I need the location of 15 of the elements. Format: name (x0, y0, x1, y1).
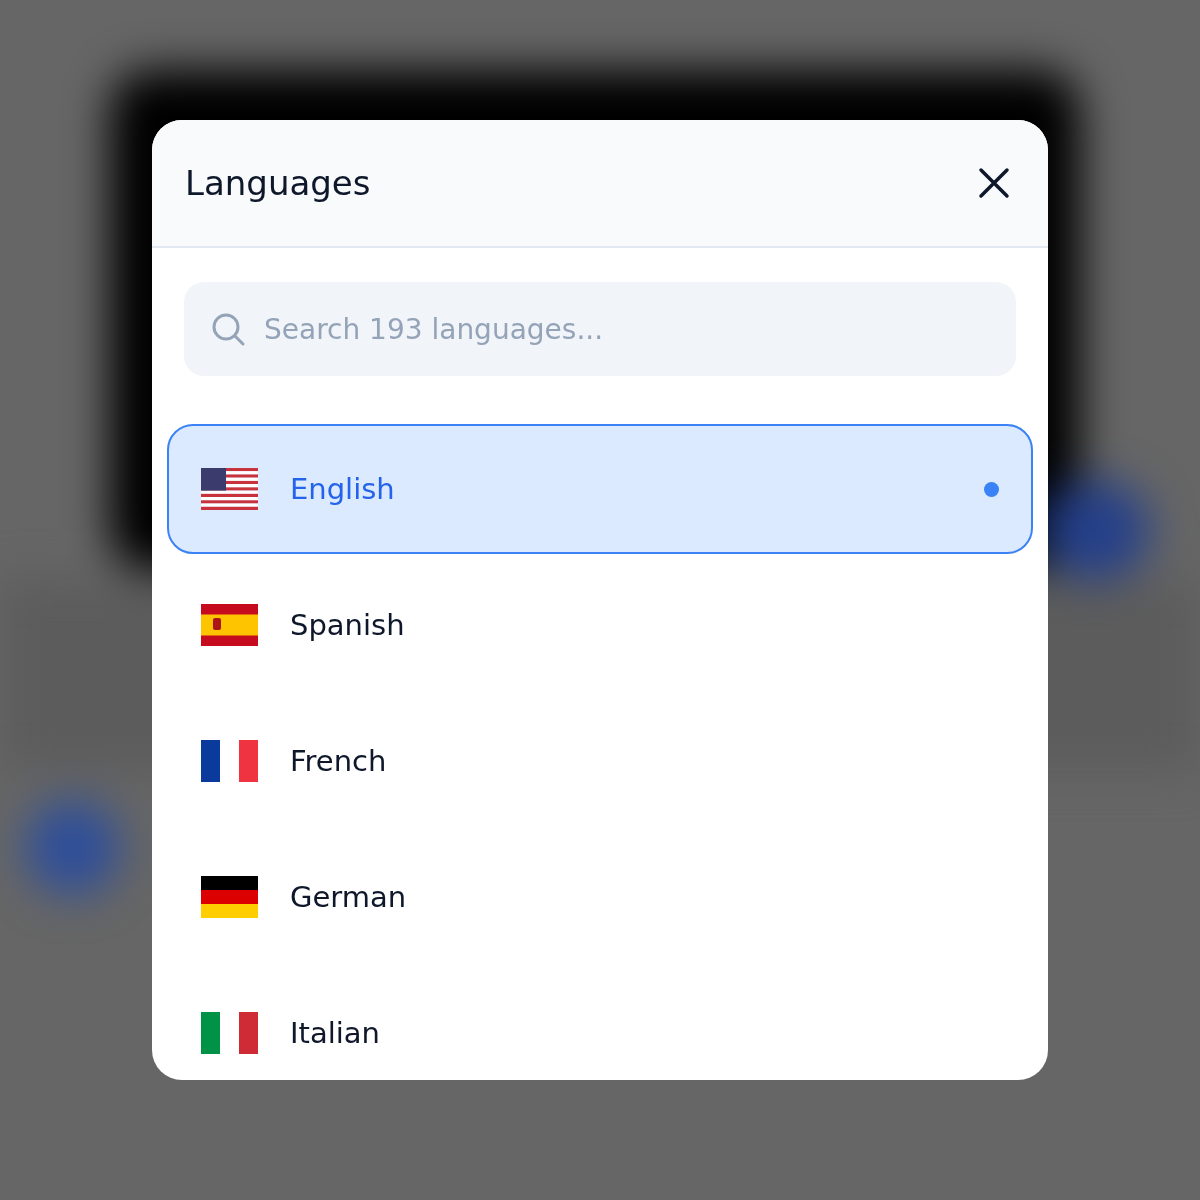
selected-dot (984, 481, 999, 497)
language-item[interactable]: Spanish (167, 560, 1033, 690)
language-item[interactable]: German (167, 832, 1033, 962)
italy-flag-icon (201, 1012, 258, 1054)
germany-flag-icon (201, 876, 258, 918)
search-field[interactable]: Search 193 languages... (184, 282, 1016, 376)
language-item[interactable]: French (167, 696, 1033, 826)
language-item[interactable]: Italian (167, 968, 1033, 1080)
spain-flag-icon (201, 604, 258, 646)
france-flag-icon (201, 740, 258, 782)
language-item[interactable]: English (167, 424, 1033, 554)
close-icon (978, 167, 1010, 199)
search-icon (210, 311, 246, 347)
dialog-title: Languages (185, 163, 371, 203)
us-flag-icon (201, 468, 258, 510)
